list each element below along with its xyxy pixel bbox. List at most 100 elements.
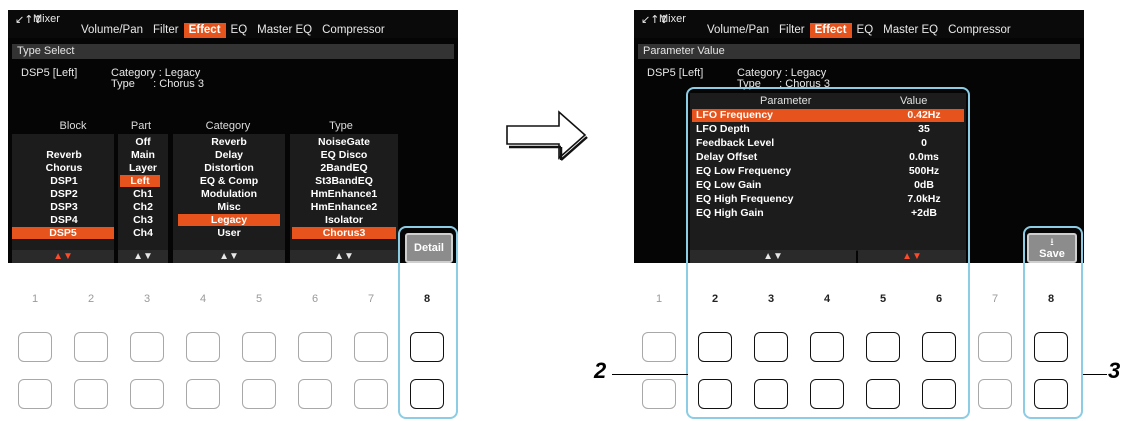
button-number-3: 3 — [143, 293, 151, 305]
tab-volume-pan[interactable]: Volume/Pan — [702, 23, 774, 38]
panel-button-4-upper[interactable] — [186, 332, 220, 362]
panel-button-1-lower[interactable] — [18, 379, 52, 409]
block-item[interactable]: Chorus — [16, 162, 112, 174]
step-2-leader — [612, 374, 688, 375]
block-header: Block — [59, 120, 87, 132]
category-scroll-arrows[interactable]: ▲▼ — [173, 250, 285, 263]
panel-button-1-upper[interactable] — [18, 332, 52, 362]
type-item[interactable]: NoiseGate — [292, 136, 396, 148]
tab-master-eq[interactable]: Master EQ — [252, 23, 317, 38]
up-down-arrows-icon: ▲▼ — [53, 251, 73, 262]
type-line: Type : Chorus 3 — [111, 78, 204, 90]
button-number-7: 7 — [367, 293, 375, 305]
type-item[interactable]: 2BandEQ — [292, 162, 396, 174]
type-item[interactable]: EQ Disco — [292, 149, 396, 161]
dsp-label: DSP5 [Left] — [21, 67, 78, 79]
category-info: Category : Legacy Type : Chorus 3 — [111, 68, 204, 90]
panel-button-5-lower[interactable] — [242, 379, 276, 409]
category-item[interactable]: EQ & Comp — [175, 175, 283, 187]
part-header: Part — [130, 120, 152, 132]
panel-button-4-lower[interactable] — [186, 379, 220, 409]
button-number-5: 5 — [255, 293, 263, 305]
category-item[interactable]: Misc — [175, 201, 283, 213]
panel-button-2-upper[interactable] — [74, 332, 108, 362]
panel-button-6-lower[interactable] — [298, 379, 332, 409]
part-item[interactable]: Off — [120, 136, 166, 148]
section-title: Type Select — [12, 44, 454, 59]
category-item[interactable]: Reverb — [175, 136, 283, 148]
category-header: Category — [205, 120, 251, 132]
section-title: Parameter Value — [638, 44, 1080, 59]
block-item[interactable]: DSP3 — [16, 201, 112, 213]
button-number-1: 1 — [655, 293, 663, 305]
tab-eq[interactable]: EQ — [852, 23, 879, 38]
part-item[interactable]: Ch2 — [120, 201, 166, 213]
button-number-2: 2 — [87, 293, 95, 305]
tab-effect[interactable]: Effect — [809, 23, 852, 38]
type-item[interactable]: Isolator — [292, 214, 396, 226]
part-scroll-arrows[interactable]: ▲▼ — [118, 250, 168, 263]
button-number-4: 4 — [199, 293, 207, 305]
button-number-6: 6 — [311, 293, 319, 305]
part-item[interactable]: Ch4 — [120, 227, 166, 239]
up-down-arrows-icon: ▲▼ — [133, 251, 153, 262]
tab-filter[interactable]: Filter — [774, 23, 810, 38]
up-down-arrows-icon: ▲▼ — [219, 251, 239, 262]
panel-button-7-upper[interactable] — [354, 332, 388, 362]
panel-button-1-lower[interactable] — [642, 379, 676, 409]
part-item[interactable]: Ch3 — [120, 214, 166, 226]
panel-button-1-upper[interactable] — [642, 332, 676, 362]
panel-button-7-upper[interactable] — [978, 332, 1012, 362]
block-item[interactable]: DSP4 — [16, 214, 112, 226]
block-scroll-arrows[interactable]: ▲▼ — [12, 250, 114, 263]
category-item-selected[interactable]: Legacy — [178, 214, 280, 226]
up-down-arrows-icon: ▲▼ — [334, 251, 354, 262]
panel-button-3-upper[interactable] — [130, 332, 164, 362]
block-item[interactable]: DSP1 — [16, 175, 112, 187]
button-number-7: 7 — [991, 293, 999, 305]
tab-bar: Volume/Pan Filter Effect EQ Master EQ Co… — [76, 23, 390, 38]
tab-bar: Volume/Pan Filter Effect EQ Master EQ Co… — [702, 23, 1016, 38]
panel-button-5-upper[interactable] — [242, 332, 276, 362]
part-item[interactable]: Main — [120, 149, 166, 161]
panel-button-7-lower[interactable] — [978, 379, 1012, 409]
part-item[interactable]: Layer — [120, 162, 166, 174]
block-item[interactable]: DSP2 — [16, 188, 112, 200]
highlight-save — [1023, 226, 1083, 419]
right-arrow-icon — [506, 110, 588, 161]
panel-button-2-lower[interactable] — [74, 379, 108, 409]
tab-compressor[interactable]: Compressor — [943, 23, 1016, 38]
step-3-label: 3 — [1108, 358, 1121, 383]
panel-button-6-upper[interactable] — [298, 332, 332, 362]
tab-effect[interactable]: Effect — [183, 23, 226, 38]
part-item-selected[interactable]: Left — [120, 175, 160, 187]
panel-button-7-lower[interactable] — [354, 379, 388, 409]
type-item[interactable]: HmEnhance2 — [292, 201, 396, 213]
panel-button-3-lower[interactable] — [130, 379, 164, 409]
mixer-header: ↙↑↕ Mixer Volume/Pan Filter Effect EQ Ma… — [634, 10, 1084, 38]
step-3-leader — [1083, 374, 1107, 375]
tab-eq[interactable]: EQ — [226, 23, 253, 38]
category-item[interactable]: Delay — [175, 149, 283, 161]
type-header: Type — [329, 120, 353, 132]
tab-volume-pan[interactable]: Volume/Pan — [76, 23, 148, 38]
type-item-selected[interactable]: Chorus3 — [292, 227, 396, 239]
step-2-label: 2 — [594, 358, 607, 383]
block-item[interactable]: Reverb — [16, 149, 112, 161]
type-item[interactable]: St3BandEQ — [292, 175, 396, 187]
category-item[interactable]: Modulation — [175, 188, 283, 200]
category-item[interactable]: Distortion — [175, 162, 283, 174]
highlight-parameter-area — [686, 87, 970, 419]
tab-filter[interactable]: Filter — [148, 23, 184, 38]
category-item[interactable]: User — [175, 227, 283, 239]
type-scroll-arrows[interactable]: ▲▼ — [290, 250, 398, 263]
mixer-header: ↙↑↕ Mixer Volume/Pan Filter Effect EQ Ma… — [8, 10, 458, 38]
button-number-1: 1 — [31, 293, 39, 305]
block-item-selected[interactable]: DSP5 — [12, 227, 114, 239]
tab-master-eq[interactable]: Master EQ — [878, 23, 943, 38]
part-item[interactable]: Ch1 — [120, 188, 166, 200]
tab-compressor[interactable]: Compressor — [317, 23, 390, 38]
highlight-detail — [398, 226, 458, 419]
type-item[interactable]: HmEnhance1 — [292, 188, 396, 200]
left-display: ↙↑↕ Mixer Volume/Pan Filter Effect EQ Ma… — [8, 10, 458, 263]
